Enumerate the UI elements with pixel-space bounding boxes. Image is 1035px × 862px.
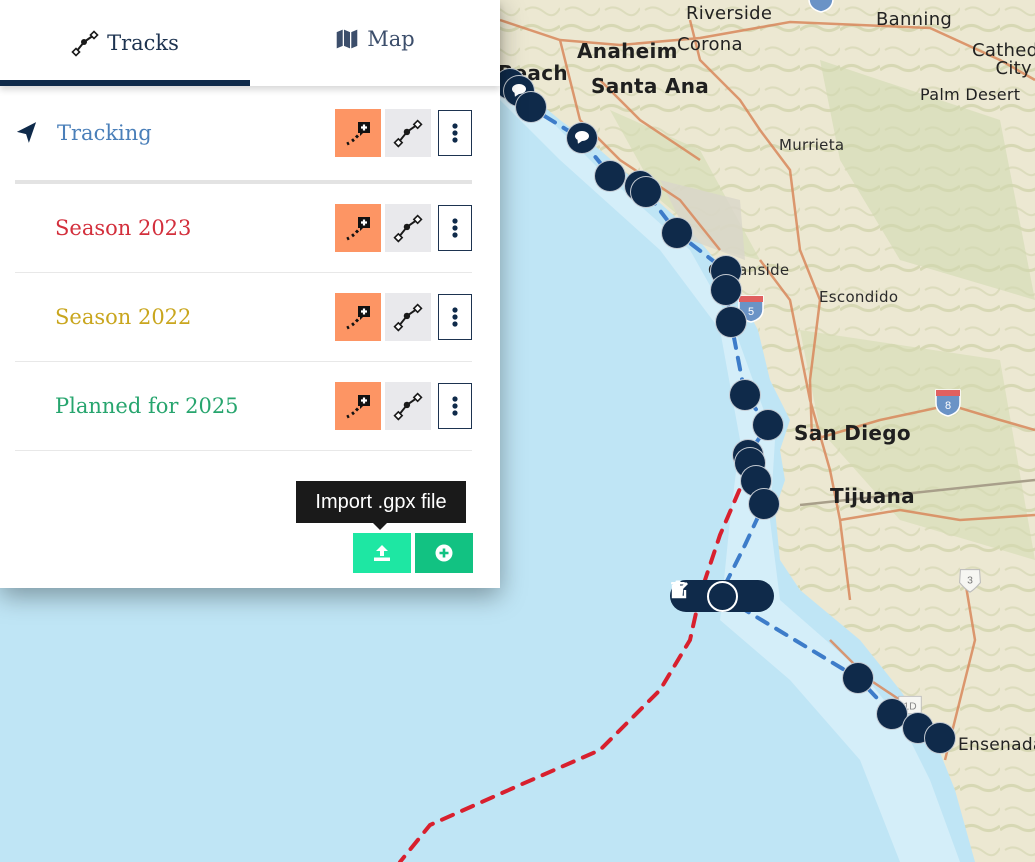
track-note-marker[interactable] <box>566 122 598 154</box>
track-point-marker[interactable] <box>729 379 761 411</box>
add-point-button[interactable] <box>335 382 381 430</box>
highway-shield-icon: 8 <box>935 389 961 417</box>
city-label: Palm Desert <box>920 85 1021 104</box>
city-label: Murrieta <box>779 136 845 154</box>
track-point-marker[interactable] <box>661 217 693 249</box>
track-name[interactable]: Planned for 2025 <box>55 394 335 418</box>
more-options-button[interactable] <box>438 294 472 340</box>
add-point-icon <box>346 217 370 241</box>
track-row: Season 2022 <box>15 273 472 362</box>
ellipsis-vertical-icon <box>452 307 458 327</box>
svg-text:3: 3 <box>967 575 973 586</box>
edit-icon[interactable] <box>671 582 766 607</box>
route-icon <box>71 30 99 57</box>
add-point-icon <box>346 306 370 330</box>
track-point-marker[interactable] <box>752 409 784 441</box>
svg-text:8: 8 <box>945 400 951 412</box>
track-name[interactable]: Season 2023 <box>55 216 335 240</box>
city-label: Corona <box>677 34 743 55</box>
track-point-marker[interactable] <box>630 176 662 208</box>
track-point-marker[interactable] <box>515 91 547 123</box>
selected-point-marker[interactable] <box>706 580 738 612</box>
ellipsis-vertical-icon <box>452 396 458 416</box>
highway-shield-icon: 10 <box>808 0 834 13</box>
show-track-button[interactable] <box>385 382 431 430</box>
track-name[interactable]: Tracking <box>55 121 335 145</box>
city-label: San Diego <box>794 421 911 445</box>
add-point-icon <box>346 122 370 146</box>
tab-bar: Tracks Map <box>0 0 500 86</box>
city-label: Anaheim <box>577 39 678 63</box>
import-gpx-button[interactable] <box>353 533 411 573</box>
track-point-marker[interactable] <box>924 722 956 754</box>
map-icon <box>336 29 358 49</box>
ellipsis-vertical-icon <box>452 218 458 238</box>
more-options-button[interactable] <box>438 205 472 251</box>
highway-shield-icon: 3 <box>959 569 981 593</box>
add-point-button[interactable] <box>335 293 381 341</box>
selected-point-toolbar <box>670 580 774 612</box>
route-icon <box>393 392 423 421</box>
city-label: Ensenada <box>958 735 1035 755</box>
show-track-button[interactable] <box>385 204 431 252</box>
more-options-button[interactable] <box>438 110 472 156</box>
add-point-icon <box>346 395 370 419</box>
route-icon <box>393 303 423 332</box>
show-track-button[interactable] <box>385 293 431 341</box>
track-point-marker[interactable] <box>748 488 780 520</box>
upload-icon <box>374 545 390 561</box>
location-arrow-icon <box>15 121 55 145</box>
tab-map[interactable]: Map <box>250 0 500 86</box>
track-point-marker[interactable] <box>710 274 742 306</box>
add-point-button[interactable] <box>335 109 381 157</box>
tab-tracks[interactable]: Tracks <box>0 0 250 86</box>
track-name[interactable]: Season 2022 <box>55 305 335 329</box>
ellipsis-vertical-icon <box>452 123 458 143</box>
city-label: Cathedral City <box>972 40 1035 79</box>
import-tooltip: Import .gpx file <box>296 481 466 530</box>
track-point-marker[interactable] <box>594 160 626 192</box>
svg-text:5: 5 <box>748 306 754 318</box>
track-list: Tracking Season 2023 Season 2022 Planned… <box>0 86 500 451</box>
track-point-marker[interactable] <box>842 662 874 694</box>
route-icon <box>393 119 423 148</box>
more-options-button[interactable] <box>438 383 472 429</box>
city-label: Banning <box>876 9 953 30</box>
tab-label: Map <box>367 27 415 51</box>
city-label: Escondido <box>819 288 899 306</box>
show-track-button[interactable] <box>385 109 431 157</box>
track-row: Season 2023 <box>15 184 472 273</box>
city-label: Riverside <box>686 3 773 24</box>
city-label: Santa Ana <box>591 74 710 98</box>
track-row: Planned for 2025 <box>15 362 472 451</box>
tab-label: Tracks <box>107 31 179 55</box>
plus-circle-icon <box>435 544 453 562</box>
city-label: Tijuana <box>830 484 915 508</box>
track-point-marker[interactable] <box>715 306 747 338</box>
track-row-tracking: Tracking <box>15 86 472 184</box>
route-icon <box>393 214 423 243</box>
add-point-button[interactable] <box>335 204 381 252</box>
add-track-button[interactable] <box>415 533 473 573</box>
svg-text:10: 10 <box>815 0 827 1</box>
